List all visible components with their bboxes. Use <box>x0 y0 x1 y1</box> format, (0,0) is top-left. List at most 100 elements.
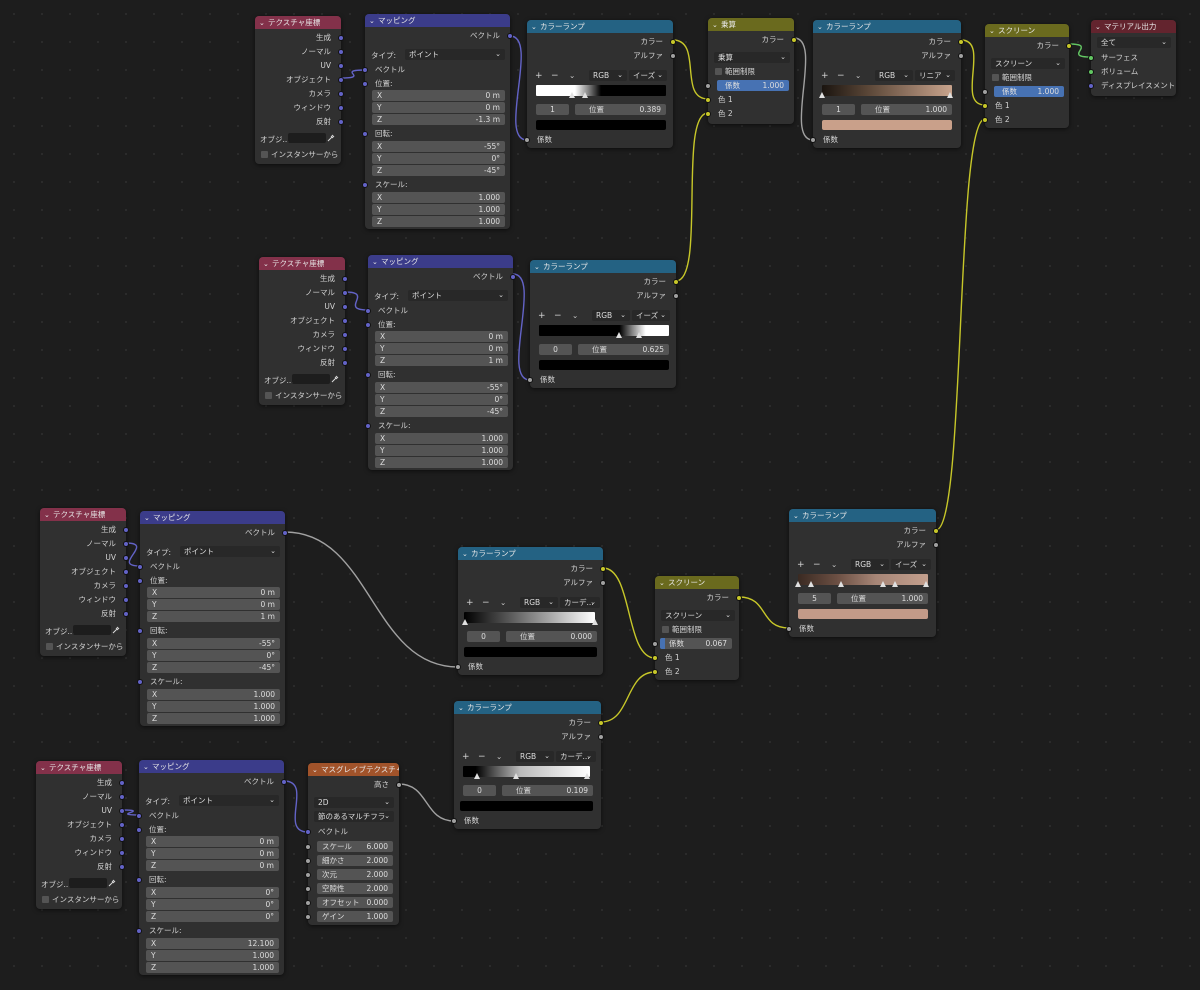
color-stop[interactable] <box>584 773 590 779</box>
socket[interactable] <box>933 542 939 548</box>
minus-icon[interactable]: − <box>478 752 486 762</box>
socket[interactable] <box>958 53 964 59</box>
scale-z[interactable]: Z 1.000 <box>375 457 508 468</box>
socket[interactable] <box>1088 55 1094 61</box>
rotation-x[interactable]: X 0° <box>146 887 279 898</box>
instancer-checkbox[interactable] <box>265 392 272 399</box>
color-stop[interactable] <box>513 773 519 779</box>
color-ramp-gradient[interactable] <box>822 85 952 96</box>
socket[interactable] <box>705 83 711 89</box>
chevron-down-icon[interactable]: ⌄ <box>855 71 861 80</box>
node-header[interactable]: ⌄ スクリーン <box>985 24 1069 37</box>
eyedropper-icon[interactable] <box>327 134 335 142</box>
instancer-checkbox[interactable] <box>261 151 268 158</box>
mapping-node[interactable]: ⌄ マッピング ベクトル タイプ: ポイント ⌄ ベクトル 位置: X0 m Y0 … <box>365 255 516 470</box>
stop-position[interactable]: 位置 0.000 <box>506 631 597 642</box>
socket[interactable] <box>123 541 129 547</box>
color-stop[interactable] <box>880 581 886 587</box>
interpolation-dropdown[interactable]: イーズ ⌄ <box>891 559 931 570</box>
socket[interactable] <box>281 779 287 785</box>
socket[interactable] <box>119 808 125 814</box>
rotation-y[interactable]: Y 0° <box>375 394 508 405</box>
stop-color-swatch[interactable] <box>464 647 597 657</box>
object-field[interactable] <box>292 374 330 384</box>
color-stop[interactable] <box>947 92 953 98</box>
socket[interactable] <box>119 822 125 828</box>
scale-z[interactable]: Z 1.000 <box>147 713 280 724</box>
eyedropper-icon[interactable] <box>112 626 120 634</box>
socket[interactable] <box>652 655 658 661</box>
type-dropdown[interactable]: ポイント ⌄ <box>180 546 280 557</box>
plus-icon[interactable]: + <box>535 71 543 81</box>
stop-index[interactable]: 1 <box>536 104 569 115</box>
link-ramp2-multiply[interactable] <box>675 112 709 282</box>
clamp-checkbox[interactable] <box>715 68 722 75</box>
plus-icon[interactable]: + <box>462 752 470 762</box>
location-x[interactable]: X0 m <box>375 331 508 342</box>
fac-field[interactable]: 係数 1.000 <box>717 80 789 91</box>
socket[interactable] <box>123 583 129 589</box>
node-header[interactable]: ⌄ 乗算 <box>708 18 794 31</box>
socket[interactable] <box>119 864 125 870</box>
material-output-node[interactable]: ⌄ マテリアル出力 全て ⌄ サーフェス ボリューム ディスプレイスメント <box>1088 20 1176 96</box>
dimensions-dropdown[interactable]: 2D ⌄ <box>314 797 394 808</box>
socket[interactable] <box>1066 43 1072 49</box>
socket[interactable] <box>137 679 143 685</box>
node-header[interactable]: ⌄ カラーランプ <box>813 20 961 33</box>
link-mapping-musgrave[interactable] <box>283 780 309 833</box>
mapping-node[interactable]: ⌄ マッピング ベクトル タイプ: ポイント ⌄ ベクトル 位置: X0 m Y0 … <box>136 760 287 975</box>
stop-position[interactable]: 位置 0.109 <box>502 785 593 796</box>
chevron-down-icon[interactable]: ⌄ <box>369 15 378 27</box>
stop-color-swatch[interactable] <box>539 360 669 370</box>
socket[interactable] <box>524 137 530 143</box>
chevron-down-icon[interactable]: ⌄ <box>659 577 668 589</box>
stop-position[interactable]: 位置 0.625 <box>578 344 669 355</box>
object-field[interactable] <box>288 133 326 143</box>
mapping-node[interactable]: ⌄ マッピング ベクトル タイプ: ポイント ⌄ ベクトル 位置: X0 m Y0 … <box>137 511 288 726</box>
object-field[interactable] <box>73 625 111 635</box>
scale-y[interactable]: Y 1.000 <box>146 950 279 961</box>
color-stop[interactable] <box>892 581 898 587</box>
socket[interactable] <box>342 360 348 366</box>
color-mode-dropdown[interactable]: RGB ⌄ <box>875 70 913 81</box>
socket[interactable] <box>342 304 348 310</box>
stop-index[interactable]: 1 <box>822 104 855 115</box>
color-ramp-node-4[interactable]: ⌄ カラーランプ カラー アルファ + − ⌄ RGB ⌄ カーデ... ⌄ 0 位置… <box>451 701 604 829</box>
link-ramp4-screen2[interactable] <box>600 671 656 723</box>
socket[interactable] <box>137 578 143 584</box>
interpolation-dropdown[interactable]: カーデ... ⌄ <box>560 597 600 608</box>
blend-mode-dropdown[interactable]: スクリーン ⌄ <box>991 58 1065 69</box>
node-header[interactable]: ⌄ マスグレイブテクスチャ <box>308 763 399 776</box>
color-ramp-node-5[interactable]: ⌄ カラーランプ カラー アルファ + − ⌄ RGB ⌄ リニア ⌄ 1 位置 1.0… <box>810 20 964 148</box>
chevron-down-icon[interactable]: ⌄ <box>989 25 998 37</box>
stop-position[interactable]: 位置 0.389 <box>575 104 666 115</box>
color-stop[interactable] <box>592 619 598 625</box>
socket[interactable] <box>305 844 311 850</box>
color-stop[interactable] <box>569 92 575 98</box>
socket[interactable] <box>362 81 368 87</box>
dimension-field[interactable]: 次元 2.000 <box>317 869 393 880</box>
socket[interactable] <box>652 669 658 675</box>
minus-icon[interactable]: − <box>551 71 559 81</box>
chevron-down-icon[interactable]: ⌄ <box>1095 21 1104 33</box>
node-header[interactable]: ⌄ カラーランプ <box>454 701 601 714</box>
color-stop[interactable] <box>474 773 480 779</box>
socket[interactable] <box>119 794 125 800</box>
socket[interactable] <box>305 858 311 864</box>
eyedropper-icon[interactable] <box>108 879 116 887</box>
socket[interactable] <box>305 872 311 878</box>
socket[interactable] <box>305 886 311 892</box>
fac-field[interactable]: 係数 0.067 <box>660 638 732 649</box>
socket[interactable] <box>396 782 402 788</box>
socket[interactable] <box>119 850 125 856</box>
socket[interactable] <box>1088 83 1094 89</box>
plus-icon[interactable]: + <box>821 71 829 81</box>
stop-index[interactable]: 0 <box>539 344 572 355</box>
link-mapping-ramp-1[interactable] <box>509 35 528 141</box>
texture-coordinate-node[interactable]: ⌄ テクスチャ座標 生成 ノーマル UV オブジェクト カメラ ウィンドウ 反射 … <box>255 16 344 164</box>
chevron-down-icon[interactable]: ⌄ <box>496 752 502 761</box>
clamp-checkbox[interactable] <box>662 626 669 633</box>
socket[interactable] <box>136 928 142 934</box>
scale-z[interactable]: Z 1.000 <box>146 962 279 973</box>
lacunarity-field[interactable]: 空隙性 2.000 <box>317 883 393 894</box>
